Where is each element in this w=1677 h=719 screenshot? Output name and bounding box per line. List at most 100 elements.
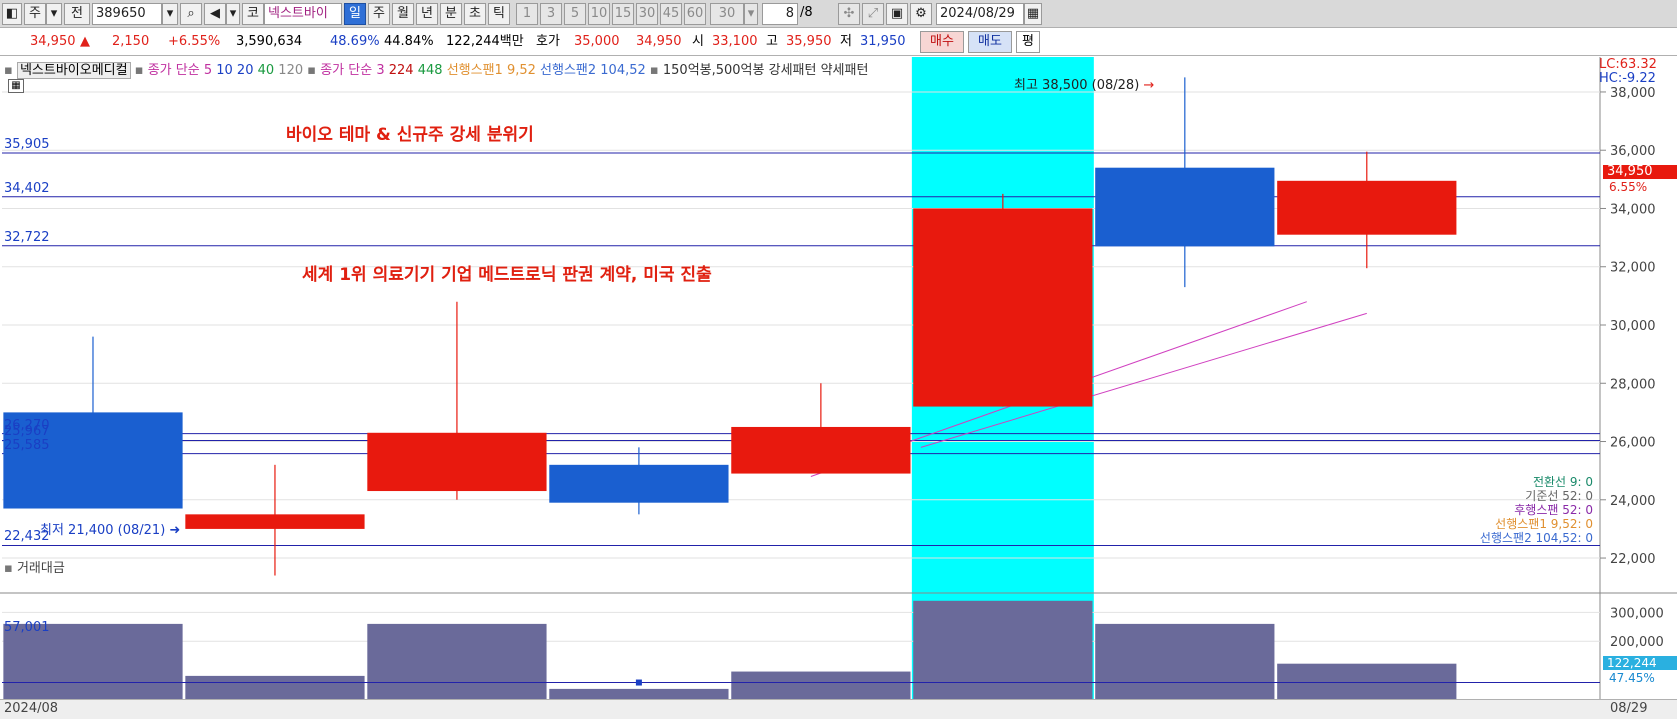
buy-button[interactable]: 매수 bbox=[920, 31, 964, 53]
volume-bar bbox=[731, 671, 911, 699]
mode-dropdown-icon[interactable]: ▾ bbox=[46, 3, 62, 25]
ichimoku-legend-item: 기준선 52: 0 bbox=[1525, 489, 1593, 503]
interval-5[interactable]: 5 bbox=[564, 3, 586, 25]
crosshair-icon[interactable]: ✣ bbox=[838, 3, 860, 25]
volume-last-tag: 122,244 bbox=[1603, 656, 1677, 670]
interval-3[interactable]: 3 bbox=[540, 3, 562, 25]
volume-panel-title-text[interactable]: 거래대금 bbox=[17, 561, 65, 576]
volume-last-pct: 47.45% bbox=[1609, 671, 1655, 685]
ichimoku-legend-item: 선행스팬2 104,52: 0 bbox=[1479, 531, 1593, 545]
period-minute[interactable]: 분 bbox=[440, 3, 462, 25]
arrow-right-icon: ➜ bbox=[169, 523, 181, 538]
period-month[interactable]: 월 bbox=[392, 3, 414, 25]
date-input[interactable]: 2024/08/29 bbox=[936, 3, 1024, 25]
period-year[interactable]: 년 bbox=[416, 3, 438, 25]
volume-bar bbox=[1277, 663, 1457, 699]
ichimoku-legend-item: 선행스팬1 9,52: 0 bbox=[1495, 517, 1593, 531]
quote-ask: 35,000 bbox=[574, 34, 620, 49]
interval-custom-input[interactable]: 30 bbox=[710, 3, 744, 25]
chart-background bbox=[0, 57, 1677, 719]
gear-icon[interactable]: ⚙ bbox=[910, 3, 932, 25]
time-axis: 2024/08 08/29 bbox=[0, 699, 1677, 719]
interval-60[interactable]: 60 bbox=[684, 3, 706, 25]
sell-button[interactable]: 매도 bbox=[968, 31, 1012, 53]
quote-volume: 3,590,634 bbox=[236, 34, 303, 49]
legend-ma-10: 10 bbox=[216, 63, 233, 78]
time-axis-start: 2024/08 bbox=[4, 701, 59, 716]
legend-ma-120: 120 bbox=[278, 63, 304, 78]
period-second[interactable]: 초 bbox=[464, 3, 486, 25]
volume-tick-label: 200,000 bbox=[1610, 635, 1664, 650]
interval-45[interactable]: 45 bbox=[660, 3, 682, 25]
y-tick-label: 32,000 bbox=[1610, 261, 1656, 276]
volume-bar bbox=[1095, 623, 1275, 699]
speaker-dropdown-icon[interactable]: ▾ bbox=[226, 3, 240, 25]
zoom-icon[interactable]: ⤢ bbox=[862, 3, 884, 25]
stock-name-field[interactable]: 넥스트바이 bbox=[264, 3, 342, 25]
period-day[interactable]: 일 bbox=[344, 3, 366, 25]
mode-main-button[interactable]: 주 bbox=[24, 3, 46, 25]
legend-square-icon: ▪ bbox=[307, 63, 317, 78]
bid-label: 호가 bbox=[536, 34, 560, 49]
candlestick-chart[interactable]: 22,000 24,000 26,000 28,000 30,000 32,000 34,0… bbox=[0, 57, 1677, 719]
level-label: 32,722 bbox=[4, 229, 50, 245]
period-tick[interactable]: 틱 bbox=[488, 3, 510, 25]
page-current-input[interactable]: 8 bbox=[762, 3, 798, 25]
legend-pattern: 150억봉,500억봉 강세패턴 bbox=[662, 63, 817, 78]
quote-low: 31,950 bbox=[860, 34, 906, 49]
mode-prev-button[interactable]: 전 bbox=[64, 3, 90, 25]
interval-dropdown-icon[interactable]: ▾ bbox=[744, 3, 758, 25]
interval-1[interactable]: 1 bbox=[516, 3, 538, 25]
candle-body bbox=[367, 432, 547, 492]
chart-legend: ▪ 넥스트바이오메디컬 ▪ 종가 단순 5 10 20 40 120 ▪ 종가 … bbox=[4, 59, 869, 79]
y-tick-label: 38,000 bbox=[1610, 86, 1656, 101]
legend-pattern2: 약세패턴 bbox=[820, 63, 869, 78]
page-total: /8 bbox=[800, 5, 813, 20]
save-icon[interactable]: ▣ bbox=[886, 3, 908, 25]
low-marker-label: 최저 21,400 (08/21) ➜ bbox=[40, 519, 180, 538]
arrow-right-icon: → bbox=[1143, 78, 1155, 93]
quote-bid: 34,950 bbox=[636, 34, 682, 49]
table-grid-icon[interactable]: ▦ bbox=[8, 79, 24, 93]
evaluate-button[interactable]: 평 bbox=[1016, 31, 1040, 53]
legend-ma2-448: 448 bbox=[417, 63, 443, 78]
ichimoku-legend: 전환선 9: 0 기준선 52: 0 후행스팬 52: 0 선행스팬1 9,52: 0… bbox=[1480, 475, 1593, 545]
interval-10[interactable]: 10 bbox=[588, 3, 610, 25]
legend-span1: 선행스팬1 9,52 bbox=[446, 63, 536, 78]
code-input[interactable]: 389650 bbox=[92, 3, 162, 25]
open-label: 시 bbox=[692, 34, 704, 49]
legend-ma-label[interactable]: 종가 단순 bbox=[148, 63, 200, 78]
window-layout-icon[interactable]: ◧ bbox=[2, 3, 22, 25]
period-week[interactable]: 주 bbox=[368, 3, 390, 25]
calendar-icon[interactable]: ▦ bbox=[1024, 3, 1042, 25]
candle-body bbox=[1095, 167, 1275, 247]
y-tick-label: 28,000 bbox=[1610, 377, 1656, 392]
volume-bar bbox=[549, 688, 729, 699]
search-icon[interactable]: ⌕ bbox=[180, 3, 202, 25]
legend-stock-name[interactable]: 넥스트바이오메디컬 bbox=[16, 62, 131, 79]
hc-value: HC:-9.22 bbox=[1599, 71, 1656, 86]
level-label: 35,905 bbox=[4, 136, 50, 152]
legend-square-icon: ▪ bbox=[649, 63, 659, 78]
market-button[interactable]: 코 bbox=[242, 3, 264, 25]
code-dropdown-icon[interactable]: ▾ bbox=[162, 3, 178, 25]
quote-change: 2,150 bbox=[112, 34, 150, 49]
ichimoku-legend-item: 전환선 9: 0 bbox=[1532, 475, 1593, 489]
y-tick-label: 22,000 bbox=[1610, 552, 1656, 567]
level-label: 25,585 bbox=[4, 437, 50, 453]
interval-30[interactable]: 30 bbox=[636, 3, 658, 25]
y-tick-label: 36,000 bbox=[1610, 144, 1656, 159]
y-tick-label: 24,000 bbox=[1610, 494, 1656, 509]
quote-change-pct: +6.55% bbox=[168, 34, 221, 49]
legend-square-icon: ▪ bbox=[4, 63, 13, 78]
volume-marker bbox=[635, 679, 642, 686]
high-label: 고 bbox=[766, 34, 778, 49]
speaker-icon[interactable]: ◀ bbox=[204, 3, 226, 25]
quote-amount: 122,244백만 bbox=[446, 34, 524, 49]
chart-area[interactable]: 22,000 24,000 26,000 28,000 30,000 32,000 34,0… bbox=[0, 57, 1677, 719]
legend-ma2-label[interactable]: 종가 단순 bbox=[320, 63, 372, 78]
volume-bar bbox=[185, 675, 365, 699]
quote-high: 35,950 bbox=[786, 34, 832, 49]
interval-15[interactable]: 15 bbox=[612, 3, 634, 25]
ichimoku-legend-item: 후행스팬 52: 0 bbox=[1514, 503, 1593, 517]
